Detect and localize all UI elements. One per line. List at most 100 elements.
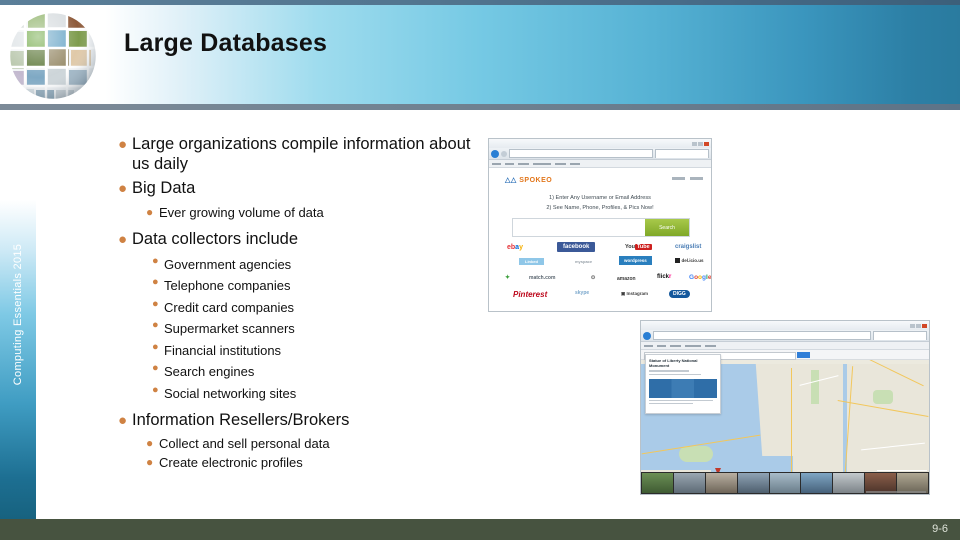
list-item: ● Government agencies: [152, 254, 478, 276]
bullet-icon: ●: [152, 362, 159, 374]
map-canvas[interactable]: Statue of Liberty National Monument: [641, 350, 929, 494]
list-item: ● Supermarket scanners: [152, 318, 478, 340]
list-item-label: Data collectors include: [132, 229, 298, 248]
place-address: [649, 373, 701, 375]
map-viewport[interactable]: Statue of Liberty National Monument: [641, 350, 929, 494]
logo-leaf-icon: ✦: [505, 275, 511, 281]
bullet-icon: ●: [118, 412, 128, 429]
header-bottom-rule: [0, 104, 960, 110]
sign-in-link: [672, 177, 685, 180]
bullet-list: ● Large organizations compile informatio…: [118, 134, 478, 472]
list-item-label: Financial institutions: [164, 342, 282, 358]
address-bar: [509, 149, 653, 158]
filmstrip-thumbnail[interactable]: [673, 473, 705, 493]
photo-globe-logo: [4, 1, 102, 107]
spokeo-website-screenshot: △△ SPOKEO 1) Enter Any Username or Email…: [489, 139, 711, 311]
partner-logo-wall: ebay facebook You Tube craigslist Linked …: [499, 242, 711, 304]
footer-bar: [0, 519, 960, 540]
browser-window: △△ SPOKEO 1) Enter Any Username or Email…: [489, 139, 711, 311]
list-item: ● Create electronic profiles: [146, 454, 478, 473]
list-item-label: Supermarket scanners: [164, 321, 295, 336]
place-detail-line: [649, 402, 693, 405]
browser-tab: [873, 331, 927, 340]
close-icon: [704, 141, 709, 146]
map-search-button[interactable]: [797, 351, 810, 358]
filmstrip-thumbnail[interactable]: [737, 473, 769, 493]
place-title: Statue of Liberty National Monument: [649, 358, 698, 368]
bullet-icon: ●: [152, 276, 159, 288]
logo-match: match.com: [529, 275, 556, 281]
list-item-label: Create electronic profiles: [159, 454, 303, 470]
list-item: ● Data collectors include: [118, 229, 478, 249]
list-item: ● Social networking sites: [152, 383, 478, 405]
list-item-label: Large organizations compile information …: [132, 135, 471, 173]
bullet-icon: ●: [152, 340, 159, 353]
place-photo: [649, 379, 717, 398]
browser-tab: [655, 149, 709, 158]
window-titlebar: [489, 139, 711, 148]
filmstrip-thumbnail[interactable]: [801, 473, 833, 493]
list-item: ● Credit card companies: [152, 297, 478, 319]
logo-myspace: myspace: [575, 259, 593, 264]
place-subtitle: [649, 370, 689, 372]
menu-favorites: [533, 162, 551, 165]
filmstrip-thumbnail[interactable]: [769, 473, 801, 493]
slide-canvas: Large Databases Computing Essentials 201…: [0, 0, 960, 540]
window-titlebar: [641, 321, 929, 330]
logo-linkedin: Linked: [519, 258, 544, 265]
logo-google: Google: [689, 274, 711, 281]
bullet-icon: ●: [146, 205, 154, 219]
logo-skype: skype: [575, 290, 590, 296]
search-bar: Search: [512, 218, 690, 237]
list-item-label: Telephone companies: [164, 278, 291, 293]
online-map-screenshot: Statue of Liberty National Monument: [641, 321, 929, 494]
back-icon: [491, 149, 499, 158]
filmstrip-thumbnail[interactable]: [897, 473, 929, 493]
filmstrip-thumbnail[interactable]: [705, 473, 737, 493]
maximize-icon: [916, 323, 921, 328]
list-item: ● Ever growing volume of data: [146, 204, 478, 223]
logo-wordpress: wordpress: [619, 256, 652, 265]
headline-primary: 1) Enter Any Username or Email Address: [549, 195, 651, 201]
bullet-icon: ●: [152, 383, 159, 396]
bullet-icon: ●: [152, 319, 159, 331]
menu-favorites: [685, 344, 701, 347]
menu-tools: [705, 344, 716, 347]
menu-edit: [657, 344, 666, 347]
close-icon: [922, 323, 927, 328]
place-info-card[interactable]: Statue of Liberty National Monument: [645, 354, 721, 414]
menu-file: [644, 344, 653, 347]
page-content: △△ SPOKEO 1) Enter Any Username or Email…: [489, 168, 711, 311]
filmstrip-thumbnail[interactable]: [642, 473, 673, 493]
filmstrip-thumbnail[interactable]: [833, 473, 865, 493]
account-links: [672, 177, 703, 180]
browser-menubar: [489, 160, 711, 168]
headline-secondary: 2) See Name, Phone, Profiles, & Pics Now…: [546, 205, 654, 211]
list-item: ● Financial institutions: [152, 340, 478, 362]
list-item-label: Credit card companies: [164, 299, 295, 315]
menu-file: [492, 162, 501, 165]
menu-view: [518, 162, 529, 165]
logo-craigslist: craigslist: [675, 244, 702, 250]
list-item: ● Large organizations compile informatio…: [118, 134, 478, 174]
logo-pinterest: Pinterest: [513, 290, 548, 299]
logo-flickr: flickr: [657, 274, 672, 280]
menu-help: [570, 162, 580, 165]
list-item-label: Ever growing volume of data: [159, 205, 324, 220]
spokeo-logo: △△ SPOKEO: [505, 176, 552, 184]
bullet-icon: ●: [118, 180, 128, 197]
list-item: ● Telephone companies: [152, 275, 478, 297]
sidebar-label: Computing Essentials 2015: [12, 243, 24, 386]
menu-tools: [555, 162, 566, 165]
logo-youtube: You Tube: [625, 244, 652, 250]
list-item-label: Information Resellers/Brokers: [132, 411, 350, 429]
logo-delicious: del.icio.us: [675, 258, 704, 263]
filmstrip-thumbnail[interactable]: [865, 473, 897, 493]
logo-ebay: ebay: [507, 244, 523, 251]
list-item-label: Collect and sell personal data: [159, 436, 330, 451]
list-item: ● Information Resellers/Brokers: [118, 410, 478, 430]
browser-toolbar: [641, 330, 929, 342]
map-attribution: [866, 491, 926, 493]
list-item-label: Government agencies: [164, 256, 292, 272]
spokeo-glyph-icon: △△: [505, 177, 517, 184]
